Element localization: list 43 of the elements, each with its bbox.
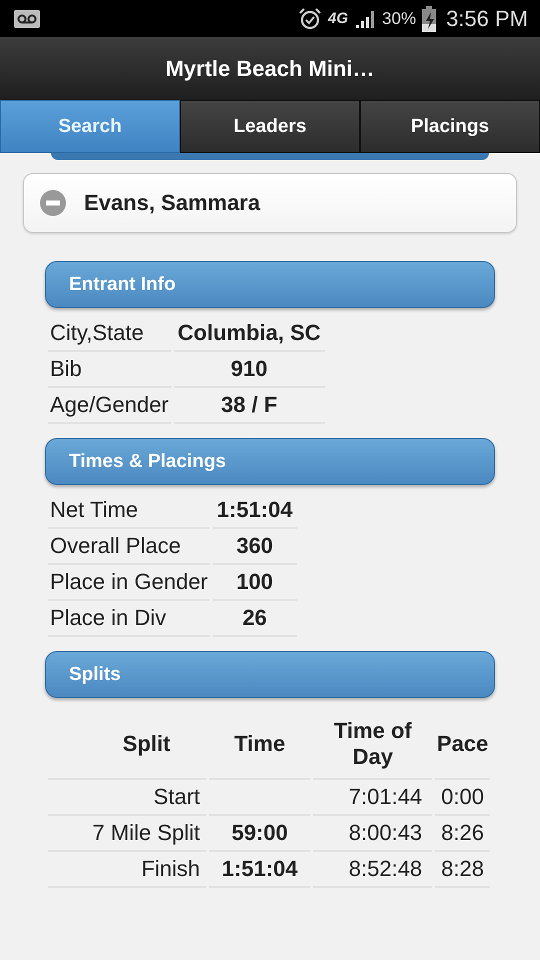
field-label: Net Time (48, 493, 210, 529)
column-header: Time of Day (313, 710, 432, 780)
table-cell: 1:51:04 (209, 852, 310, 888)
tab[interactable]: Leaders (180, 100, 360, 153)
app-title: Myrtle Beach Mini… (165, 56, 375, 82)
section-header: Times & Placings (45, 438, 495, 485)
collapsible-header[interactable] (51, 153, 489, 160)
battery-charging-icon (422, 6, 436, 32)
field-value: Columbia, SC (174, 316, 325, 352)
table-cell: 7:01:44 (313, 780, 432, 816)
table-cell: 7 Mile Split (48, 816, 206, 852)
table-cell: 0:00 (435, 780, 490, 816)
field-value: 100 (212, 565, 297, 601)
tab[interactable]: Placings (360, 100, 540, 153)
network-type: 4G (328, 10, 348, 27)
alarm-clock-icon (298, 6, 322, 30)
field-value: 360 (212, 529, 297, 565)
section-header: Entrant Info (45, 261, 495, 308)
collapsible-header[interactable]: Evans, Sammara (23, 173, 517, 233)
voicemail-icon (14, 10, 40, 28)
table-cell: Start (48, 780, 206, 816)
field-value: 1:51:04 (212, 493, 297, 529)
table-cell: 8:26 (435, 816, 490, 852)
field-label: Place in Gender (48, 565, 210, 601)
section-header: Splits (45, 651, 495, 698)
field-label: Age/Gender (48, 388, 171, 424)
column-header: Pace (435, 710, 490, 780)
field-label: City,State (48, 316, 171, 352)
field-label: Bib (48, 352, 171, 388)
field-value: 38 / F (174, 388, 325, 424)
table-cell: 59:00 (209, 816, 310, 852)
table-cell: 8:28 (435, 852, 490, 888)
table-cell: 8:52:48 (313, 852, 432, 888)
table-cell: 8:00:43 (313, 816, 432, 852)
field-label: Place in Div (48, 601, 210, 637)
field-value: 910 (174, 352, 325, 388)
field-value: 26 (212, 601, 297, 637)
table-cell: Finish (48, 852, 206, 888)
column-header: Time (209, 710, 310, 780)
field-label: Overall Place (48, 529, 210, 565)
battery-percent: 30% (382, 8, 416, 28)
column-header: Split (48, 710, 206, 780)
clock-time: 3:56 PM (446, 6, 528, 32)
